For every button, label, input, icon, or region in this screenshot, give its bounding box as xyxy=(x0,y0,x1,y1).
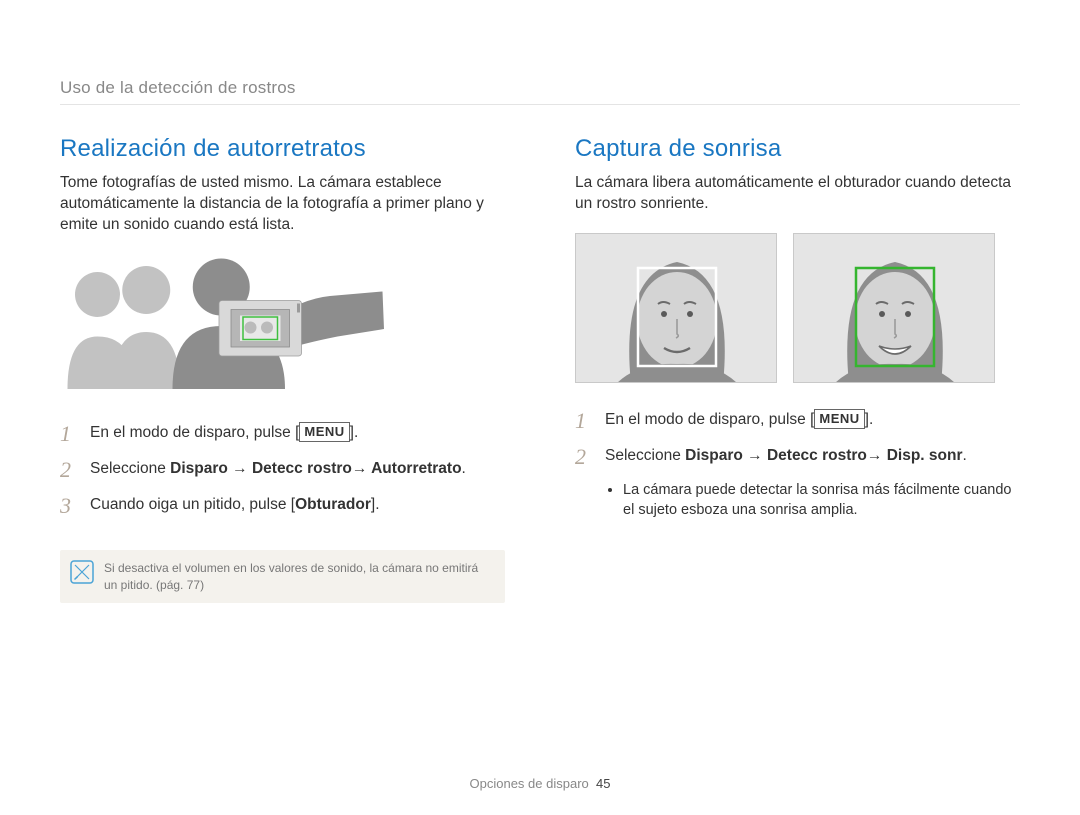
note-icon xyxy=(70,560,94,584)
note-box: Si desactiva el volumen en los valores d… xyxy=(60,550,505,602)
footer-section: Opciones de disparo xyxy=(470,776,589,791)
section-title-smile-shot: Captura de sonrisa xyxy=(575,135,1020,163)
step-number: 2 xyxy=(60,458,78,482)
smile-illustration-row xyxy=(575,233,1020,383)
face-illustration-neutral xyxy=(575,233,777,383)
step-text: . xyxy=(962,447,966,464)
page-footer: Opciones de disparo 45 xyxy=(0,776,1080,791)
step-text: Seleccione xyxy=(605,447,685,464)
page-number: 45 xyxy=(596,776,610,791)
step-bold: Disparo → Detecc rostro→ Autorretrato xyxy=(170,460,461,477)
step-number: 3 xyxy=(60,494,78,518)
note-text: Si desactiva el volumen en los valores d… xyxy=(104,560,491,592)
section-title-self-portrait: Realización de autorretratos xyxy=(60,135,505,163)
section-smile-shot: Captura de sonrisa La cámara libera auto… xyxy=(575,135,1020,603)
steps-list: 1 En el modo de disparo, pulse [MENU]. 2… xyxy=(575,405,1020,477)
face-illustration-locked xyxy=(793,233,995,383)
section-intro: Tome fotografías de usted mismo. La cáma… xyxy=(60,173,505,236)
step-number: 1 xyxy=(575,409,593,433)
step-text: ]. xyxy=(865,411,874,428)
breadcrumb: Uso de la detección de rostros xyxy=(60,78,1020,98)
step-1: 1 En el modo de disparo, pulse [MENU]. xyxy=(575,405,1020,441)
content-columns: Realización de autorretratos Tome fotogr… xyxy=(60,135,1020,603)
section-intro: La cámara libera automáticamente el obtu… xyxy=(575,173,1020,215)
selfie-illustration xyxy=(60,254,505,394)
step-text: En el modo de disparo, pulse [ xyxy=(90,424,299,441)
step-bold: Disparo → Detecc rostro→ Disp. sonr xyxy=(685,447,962,464)
step-text: ]. xyxy=(350,424,359,441)
section-self-portrait: Realización de autorretratos Tome fotogr… xyxy=(60,135,505,603)
step-text: Seleccione xyxy=(90,460,170,477)
step-2: 2 Seleccione Disparo → Detecc rostro→ Di… xyxy=(575,441,1020,477)
step-text: . xyxy=(462,460,466,477)
step-text: ]. xyxy=(371,496,380,513)
steps-list: 1 En el modo de disparo, pulse [MENU]. 2… xyxy=(60,418,505,527)
step-sub-bullets: La cámara puede detectar la sonrisa más … xyxy=(623,481,1020,520)
step-1: 1 En el modo de disparo, pulse [MENU]. xyxy=(60,418,505,454)
step-number: 1 xyxy=(60,422,78,446)
bullet-item: La cámara puede detectar la sonrisa más … xyxy=(623,481,1020,520)
step-2: 2 Seleccione Disparo → Detecc rostro→ Au… xyxy=(60,454,505,490)
divider xyxy=(60,104,1020,105)
step-text: Cuando oiga un pitido, pulse [ xyxy=(90,496,295,513)
menu-icon: MENU xyxy=(299,422,349,442)
menu-icon: MENU xyxy=(814,409,864,429)
step-bold: Obturador xyxy=(295,496,371,513)
step-3: 3 Cuando oiga un pitido, pulse [Obturado… xyxy=(60,490,505,526)
step-text: En el modo de disparo, pulse [ xyxy=(605,411,814,428)
step-number: 2 xyxy=(575,445,593,469)
